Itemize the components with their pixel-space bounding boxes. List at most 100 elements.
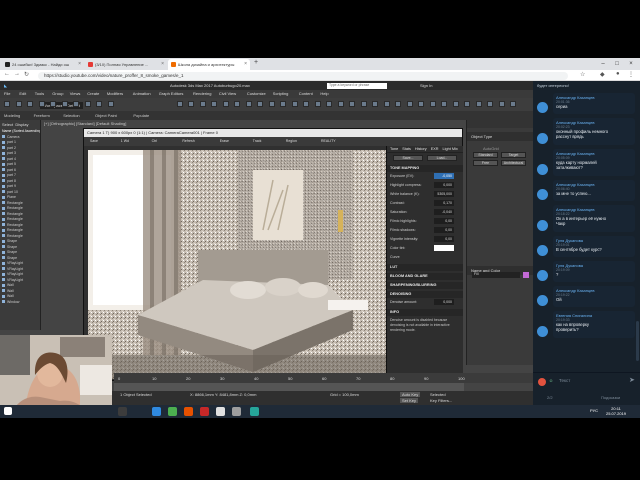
chat-message[interactable]: Александр Казанцев 20:18:22 Ок а в интерье…	[553, 205, 635, 232]
sender-avatar[interactable]	[537, 189, 548, 200]
menu-item[interactable]: Group	[52, 91, 63, 96]
tone-param-field[interactable]: 0,00	[434, 227, 454, 233]
menu-item[interactable]: File	[4, 91, 10, 96]
sender-avatar[interactable]	[537, 133, 548, 144]
toolbar-tool-icon[interactable]	[245, 101, 252, 107]
toolbar-tool-icon[interactable]	[291, 101, 298, 107]
toolbar-tool-icon[interactable]	[406, 101, 413, 107]
camera-type-button[interactable]: Target	[501, 152, 526, 158]
star-icon[interactable]: ☆	[580, 71, 585, 78]
menu-item[interactable]: Help	[320, 91, 328, 96]
vfb-tab[interactable]: Light Mix	[443, 147, 458, 151]
app-icon[interactable]	[216, 407, 225, 416]
chrome-icon[interactable]	[168, 407, 177, 416]
render-toolbar-button[interactable]: Ctrl	[152, 139, 157, 143]
toolbar-tool-icon[interactable]	[349, 101, 355, 107]
chat-message-input[interactable]: Текст	[559, 378, 570, 383]
extension-icon[interactable]: ◆	[600, 71, 605, 78]
tone-param-field[interactable]: 0,00	[434, 236, 454, 242]
toolbar-tool-icon[interactable]	[429, 101, 436, 107]
toolbar-tool-icon[interactable]	[222, 101, 229, 107]
clock[interactable]: 20:11 25.07.2019	[606, 406, 626, 416]
object-name-field[interactable]: Fill	[472, 272, 520, 278]
emoji-icon[interactable]: ☺	[549, 378, 553, 383]
bloom-glare-section[interactable]: BLOOM AND GLARE	[387, 273, 463, 280]
menu-item[interactable]: Views	[70, 91, 81, 96]
chat-message[interactable]: Александр Казанцев 20:06:40 за мне то успе…	[553, 180, 635, 201]
ribbon-tab[interactable]: Freeform	[34, 113, 50, 118]
chat-message[interactable]: Александр Казанцев 20:02:23 оконный профил…	[553, 118, 635, 145]
ribbon-tab[interactable]: Selection	[63, 113, 79, 118]
vfb-tab[interactable]: Stats	[402, 147, 411, 151]
toolbar-tool-icon[interactable]	[211, 101, 217, 107]
close-icon[interactable]: ×	[244, 61, 247, 67]
object-type-section[interactable]: Object Type	[467, 132, 533, 141]
app-icon[interactable]	[200, 407, 209, 416]
tone-param-field[interactable]: 5305,000	[434, 191, 454, 197]
autogrid-checkbox[interactable]: AutoGrid	[483, 146, 499, 151]
toolbar-tool-icon[interactable]	[188, 101, 194, 107]
toolbar-tool-icon[interactable]	[395, 101, 401, 107]
menu-item[interactable]: Civil View	[219, 91, 236, 96]
toolbar-tool-icon[interactable]	[441, 101, 447, 107]
menu-item[interactable]: Content	[299, 91, 313, 96]
toolbar-tool-icon[interactable]	[73, 101, 79, 107]
toolbar-tool-icon[interactable]	[372, 101, 378, 107]
browser-tab-active[interactable]: Школа дизайна и архитектуры ×	[168, 59, 250, 70]
load-preset-button[interactable]: Load...	[427, 155, 457, 161]
camera-type-button[interactable]: Free	[473, 160, 498, 166]
tone-mapping-section[interactable]: TONE MAPPING	[387, 165, 463, 172]
toolbar-tool-icon[interactable]	[498, 101, 505, 107]
toolbar-tool-icon[interactable]	[326, 101, 332, 107]
tone-param-field[interactable]: 0,000	[434, 182, 454, 188]
timeline[interactable]: 0 10 20 30 40 50 60 70 80 90 100	[114, 373, 534, 383]
max-search-input[interactable]: Type a keyword or phrase	[327, 83, 387, 89]
start-icon[interactable]	[4, 407, 12, 415]
chat-message[interactable]: Александр Казанцев 20:05:09 куда карту нор…	[553, 149, 635, 176]
sender-avatar[interactable]	[537, 220, 548, 231]
menu-item[interactable]: Graph Editors	[159, 91, 184, 96]
browser-tab[interactable]: 24 ошибки! 3дмакс - Найди ош ×	[2, 59, 84, 70]
toolbar-tool-icon[interactable]	[50, 101, 56, 107]
select-menu[interactable]: Select	[2, 122, 13, 127]
menu-item[interactable]: Customize	[247, 91, 266, 96]
scene-object-row[interactable]: Window	[0, 300, 40, 306]
key-filters-button[interactable]: Key Filters...	[430, 398, 452, 403]
sender-avatar[interactable]	[537, 326, 548, 337]
toolbar-tool-icon[interactable]	[487, 101, 493, 107]
toolbar-tool-icon[interactable]	[314, 101, 321, 107]
toolbar-tool-icon[interactable]	[84, 101, 91, 107]
app-icon[interactable]	[232, 407, 241, 416]
render-toolbar-button[interactable]: Erase	[220, 139, 229, 143]
sender-avatar[interactable]	[537, 270, 548, 281]
browser-tab[interactable]: (3/10) Полная Управление ... ×	[85, 59, 167, 70]
sender-avatar[interactable]	[537, 164, 548, 175]
setkey-button[interactable]: Set Key	[400, 398, 419, 403]
profile-icon[interactable]: ●	[616, 71, 620, 77]
color-tint-swatch[interactable]	[434, 245, 454, 251]
3dsmax-icon[interactable]	[250, 407, 259, 416]
render-toolbar-button[interactable]: Track	[253, 139, 262, 143]
forward-icon[interactable]: →	[14, 71, 20, 77]
back-icon[interactable]: ←	[4, 71, 10, 77]
viewport-label[interactable]: [+] [Orthographic] [Standard] [Default S…	[44, 121, 126, 126]
render-toolbar-button[interactable]: Refresh	[182, 139, 194, 143]
sender-avatar[interactable]	[537, 245, 548, 256]
denoising-section[interactable]: DENOISING	[387, 291, 463, 298]
close-window-icon[interactable]: ×	[624, 58, 638, 70]
toolbar-tool-icon[interactable]	[418, 101, 424, 107]
tone-param-field[interactable]: -0,050	[434, 173, 454, 179]
url-field[interactable]: https://studio.youtube.com/video/nature_…	[38, 72, 568, 80]
send-icon[interactable]: ➤	[629, 376, 635, 384]
object-color-swatch[interactable]	[523, 272, 529, 278]
chat-message[interactable]: Гуля Дуканова 20:19:01 В сентябре будет ку…	[553, 236, 635, 257]
render-toolbar-button[interactable]: 1 Wd	[121, 139, 129, 143]
toolbar-tool-icon[interactable]	[475, 101, 482, 107]
toolbar-tool-icon[interactable]	[257, 101, 263, 107]
toolbar-tool-icon[interactable]	[510, 101, 516, 107]
ribbon-tab[interactable]: Populate	[133, 113, 149, 118]
ribbon-tab[interactable]: Object Paint	[95, 113, 117, 118]
sharpening-section[interactable]: SHARPENING/BLURRING	[387, 282, 463, 289]
menu-item[interactable]: Create	[87, 91, 99, 96]
toolbar-tool-icon[interactable]	[96, 101, 102, 107]
